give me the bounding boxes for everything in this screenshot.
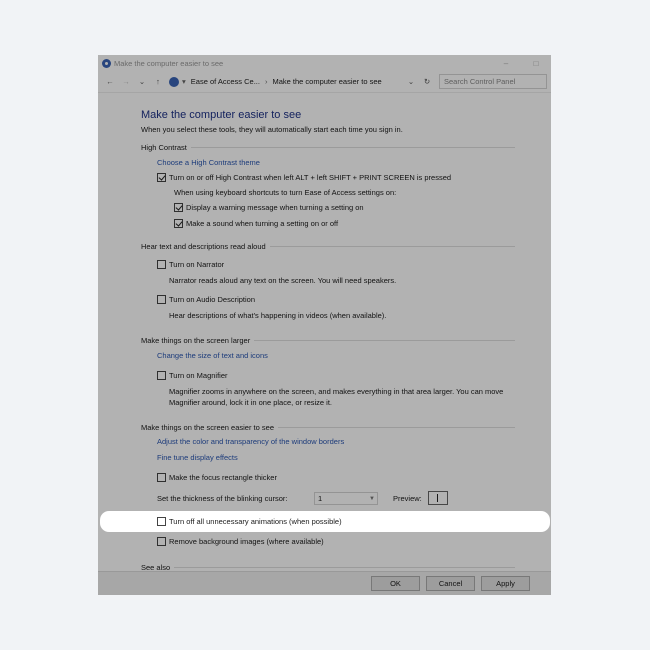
animations-checkbox[interactable]: Turn off all unnecessary animations (whe… (100, 511, 550, 532)
page-title: Make the computer easier to see (141, 109, 302, 121)
magnifier-description-line-1: Magnifier zooms in anywhere on the scree… (169, 387, 504, 396)
text-size-link[interactable]: Change the size of text and icons (157, 351, 268, 360)
checkbox-unchecked-icon (157, 473, 166, 482)
page-subtitle: When you select these tools, they will a… (141, 125, 403, 134)
display-effects-link[interactable]: Fine tune display effects (157, 453, 238, 462)
breadcrumb-ease-of-access[interactable]: Ease of Access Ce... (191, 77, 260, 86)
title-bar: Make the computer easier to see – □ (98, 55, 551, 71)
background-images-checkbox[interactable]: Remove background images (where availabl… (157, 537, 324, 546)
magnifier-checkbox[interactable]: Turn on Magnifier (157, 371, 228, 380)
maximize-button[interactable]: □ (521, 59, 551, 68)
checkbox-unchecked-icon (157, 517, 166, 526)
checkbox-unchecked-icon (157, 537, 166, 546)
narrator-checkbox[interactable]: Turn on Narrator (157, 260, 224, 269)
apply-button[interactable]: Apply (481, 576, 530, 591)
checkbox-unchecked-icon (157, 295, 166, 304)
main-content: Make the computer easier to see When you… (98, 93, 551, 572)
refresh-icon[interactable]: ↻ (419, 77, 435, 86)
magnifier-description-line-2: Magnifier around, lock it in one place, … (169, 398, 332, 407)
checkbox-checked-icon (157, 173, 166, 182)
high-contrast-shortcut-checkbox[interactable]: Turn on or off High Contrast when left A… (157, 173, 451, 182)
audio-description-checkbox[interactable]: Turn on Audio Description (157, 295, 255, 304)
hear-text-section-heading: Hear text and descriptions read aloud (141, 242, 515, 251)
checkbox-checked-icon (174, 203, 183, 212)
cancel-button[interactable]: Cancel (426, 576, 475, 591)
narrator-description: Narrator reads aloud any text on the scr… (169, 276, 397, 285)
back-arrow-icon[interactable]: ← (102, 77, 118, 86)
focus-rectangle-checkbox[interactable]: Make the focus rectangle thicker (157, 473, 277, 482)
cursor-thickness-select[interactable]: 1 ▼ (314, 492, 378, 505)
breadcrumb-separator-icon: › (264, 77, 268, 86)
ok-button[interactable]: OK (371, 576, 420, 591)
sound-checkbox[interactable]: Make a sound when turning a setting on o… (174, 219, 338, 228)
address-bar: ← → ⌄ ↑ ▾ Ease of Access Ce... › Make th… (98, 71, 551, 93)
shortcuts-note: When using keyboard shortcuts to turn Ea… (174, 188, 397, 197)
button-bar: OK Cancel Apply (98, 571, 551, 595)
warning-message-checkbox[interactable]: Display a warning message when turning a… (174, 203, 364, 212)
cursor-thickness-label: Set the thickness of the blinking cursor… (157, 494, 288, 503)
location-dropdown-icon[interactable]: ▾ (182, 77, 186, 86)
preview-label: Preview: (393, 494, 422, 503)
animations-label: Turn off all unnecessary animations (whe… (169, 517, 342, 526)
high-contrast-section-heading: High Contrast (141, 143, 515, 152)
chevron-down-icon: ▼ (369, 495, 375, 502)
high-contrast-theme-link[interactable]: Choose a High Contrast theme (157, 158, 260, 167)
window-borders-link[interactable]: Adjust the color and transparency of the… (157, 437, 344, 446)
minimize-button[interactable]: – (491, 59, 521, 68)
forward-arrow-icon[interactable]: → (118, 77, 134, 86)
address-dropdown-icon[interactable]: ⌄ (403, 77, 419, 86)
recent-locations-chevron-icon[interactable]: ⌄ (134, 77, 150, 86)
up-arrow-icon[interactable]: ↑ (150, 77, 166, 86)
cursor-preview (428, 491, 448, 505)
easier-section-heading: Make things on the screen easier to see (141, 423, 515, 432)
window-title: Make the computer easier to see (114, 58, 224, 68)
search-input[interactable]: Search Control Panel (439, 74, 547, 89)
control-panel-icon (102, 58, 111, 68)
checkbox-checked-icon (174, 219, 183, 228)
control-panel-location-icon (169, 76, 179, 87)
checkbox-unchecked-icon (157, 371, 166, 380)
larger-section-heading: Make things on the screen larger (141, 336, 515, 345)
checkbox-unchecked-icon (157, 260, 166, 269)
breadcrumb-current-page[interactable]: Make the computer easier to see (272, 77, 381, 86)
audio-description-text: Hear descriptions of what's happening in… (169, 311, 387, 320)
